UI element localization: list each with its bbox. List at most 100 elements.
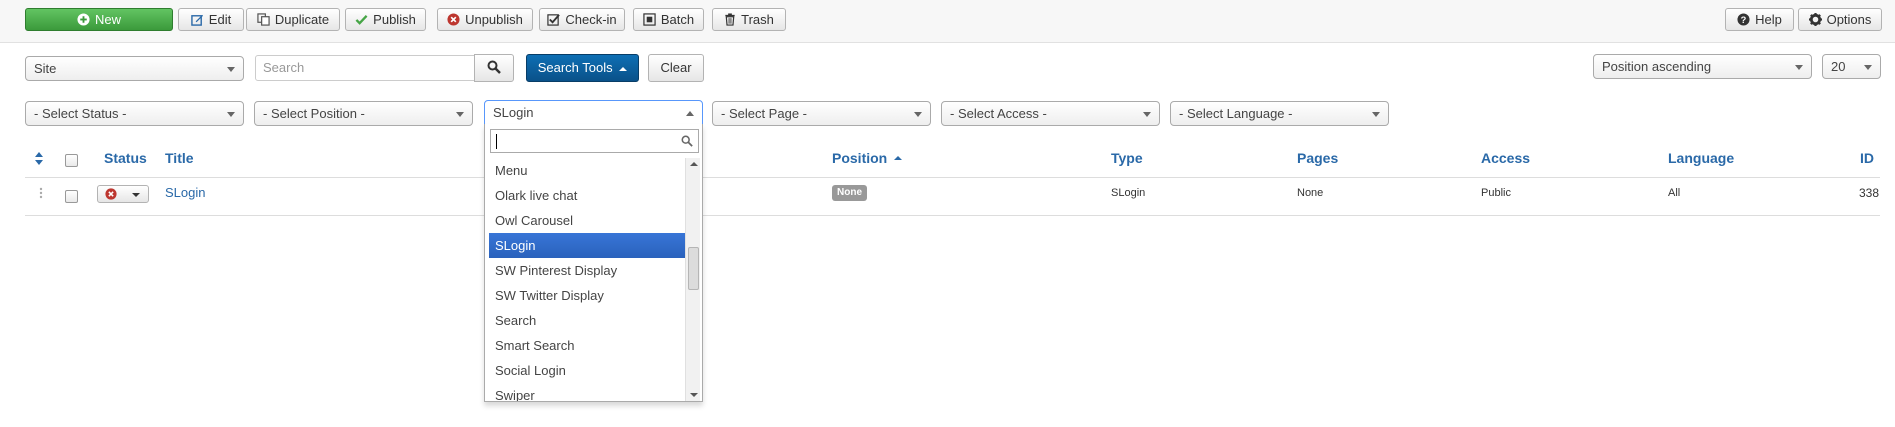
help-button[interactable]: ? Help (1725, 8, 1794, 31)
row-access: Public (1481, 187, 1511, 199)
language-filter-value: - Select Language - (1179, 106, 1293, 121)
row-language: All (1668, 187, 1681, 199)
position-label: None (832, 185, 867, 201)
new-button-label: New (94, 12, 121, 27)
client-select[interactable]: Site (25, 56, 244, 81)
edit-button[interactable]: Edit (178, 8, 244, 31)
dropdown-option[interactable]: Olark live chat (489, 183, 685, 208)
chevron-up-icon (686, 111, 694, 116)
unpublish-button[interactable]: Unpublish (437, 8, 533, 31)
row-pages: None (1297, 187, 1324, 199)
header-title[interactable]: Title (165, 150, 194, 166)
chevron-down-icon (1864, 65, 1872, 70)
dropdown-option[interactable]: Owl Carousel (489, 208, 685, 233)
chevron-down-icon (1143, 112, 1151, 117)
checkin-button-label: Check-in (565, 12, 617, 27)
chevron-down-icon (132, 193, 140, 197)
access-filter-value: - Select Access - (950, 106, 1047, 121)
header-language[interactable]: Language (1668, 150, 1734, 166)
checkin-button[interactable]: Check-in (539, 8, 625, 31)
chevron-down-icon (227, 67, 235, 72)
header-type[interactable]: Type (1111, 150, 1143, 166)
edit-button-label: Edit (208, 12, 232, 27)
drag-handle-icon[interactable] (39, 187, 43, 202)
check-icon (355, 13, 368, 26)
row-title-link[interactable]: SLogin (165, 185, 205, 200)
page-filter[interactable]: - Select Page - (712, 101, 931, 126)
duplicate-button[interactable]: Duplicate (246, 8, 340, 31)
publish-button[interactable]: Publish (345, 8, 426, 31)
language-filter[interactable]: - Select Language - (1170, 101, 1389, 126)
unpublish-icon (447, 13, 460, 26)
help-button-label: Help (1755, 12, 1782, 27)
type-filter-value: SLogin (493, 105, 534, 120)
dropdown-option[interactable]: SLogin (489, 233, 685, 258)
search-icon (487, 60, 501, 77)
caret-up-icon (894, 156, 902, 160)
header-position[interactable]: Position (832, 150, 887, 166)
gear-icon (1808, 13, 1822, 26)
unpublish-button-label: Unpublish (465, 12, 523, 27)
header-id[interactable]: ID (1860, 150, 1874, 166)
batch-button[interactable]: Batch (633, 8, 704, 31)
help-icon: ? (1737, 13, 1750, 26)
header-pages[interactable]: Pages (1297, 150, 1338, 166)
clear-button-label: Clear (660, 60, 692, 75)
search-icon (681, 135, 693, 150)
duplicate-button-label: Duplicate (274, 12, 330, 27)
caret-up-icon (619, 66, 628, 71)
dropdown-option[interactable]: Search (489, 308, 685, 333)
status-filter-value: - Select Status - (34, 106, 127, 121)
new-button[interactable]: New (25, 8, 173, 31)
table-row: SLogin None SLogin None Public All 338 (25, 178, 1880, 216)
plus-circle-icon (77, 13, 90, 26)
header-access[interactable]: Access (1481, 150, 1530, 166)
search-input[interactable]: Search (255, 55, 475, 81)
dropdown-option[interactable]: SW Twitter Display (489, 283, 685, 308)
unpublished-icon (105, 188, 117, 203)
dropdown-scrollbar[interactable] (685, 158, 700, 401)
chevron-down-icon (227, 112, 235, 117)
access-filter[interactable]: - Select Access - (941, 101, 1160, 126)
type-dropdown: Menu Olark live chat Owl Carousel SLogin SW … (484, 124, 703, 402)
sort-icon[interactable] (35, 152, 43, 168)
clear-button[interactable]: Clear (648, 54, 704, 82)
position-filter[interactable]: - Select Position - (254, 101, 473, 126)
type-filter[interactable]: SLogin (484, 100, 703, 125)
options-button[interactable]: Options (1798, 8, 1882, 31)
status-filter[interactable]: - Select Status - (25, 101, 244, 126)
chevron-down-icon (1372, 112, 1380, 117)
batch-icon (643, 13, 656, 26)
batch-button-label: Batch (660, 12, 695, 27)
page-filter-value: - Select Page - (721, 106, 807, 121)
scroll-thumb[interactable] (688, 247, 699, 290)
status-toggle[interactable] (97, 185, 149, 203)
dropdown-option[interactable]: Smart Search (489, 333, 685, 358)
dropdown-option[interactable]: SW Pinterest Display (489, 258, 685, 283)
chevron-down-icon (914, 112, 922, 117)
header-status[interactable]: Status (104, 150, 147, 166)
limit-select-value: 20 (1831, 59, 1846, 74)
row-checkbox[interactable] (65, 190, 78, 203)
position-filter-value: - Select Position - (263, 106, 365, 121)
search-tools-label: Search Tools (537, 60, 613, 75)
copy-icon (257, 13, 270, 26)
dropdown-search-input[interactable] (490, 129, 699, 153)
ordering-select[interactable]: Position ascending (1593, 54, 1812, 79)
trash-button[interactable]: Trash (712, 8, 786, 31)
toolbar: New Edit Duplicate Publish Unpublish Che… (0, 0, 1895, 43)
scroll-down-arrow-icon[interactable] (690, 393, 698, 397)
dropdown-option[interactable]: Swiper (489, 383, 685, 401)
ordering-select-value: Position ascending (1602, 59, 1712, 74)
dropdown-option[interactable]: Social Login (489, 358, 685, 383)
client-select-value: Site (34, 61, 57, 76)
scroll-up-arrow-icon[interactable] (690, 162, 698, 166)
svg-text:?: ? (1741, 15, 1747, 25)
limit-select[interactable]: 20 (1822, 54, 1881, 79)
table-header: Status Title Position Type Pages Access … (25, 145, 1880, 178)
select-all-checkbox[interactable] (65, 154, 78, 167)
search-button[interactable] (474, 54, 514, 82)
search-tools-button[interactable]: Search Tools (526, 54, 639, 82)
dropdown-option[interactable]: Menu (489, 158, 685, 183)
trash-button-label: Trash (741, 12, 774, 27)
